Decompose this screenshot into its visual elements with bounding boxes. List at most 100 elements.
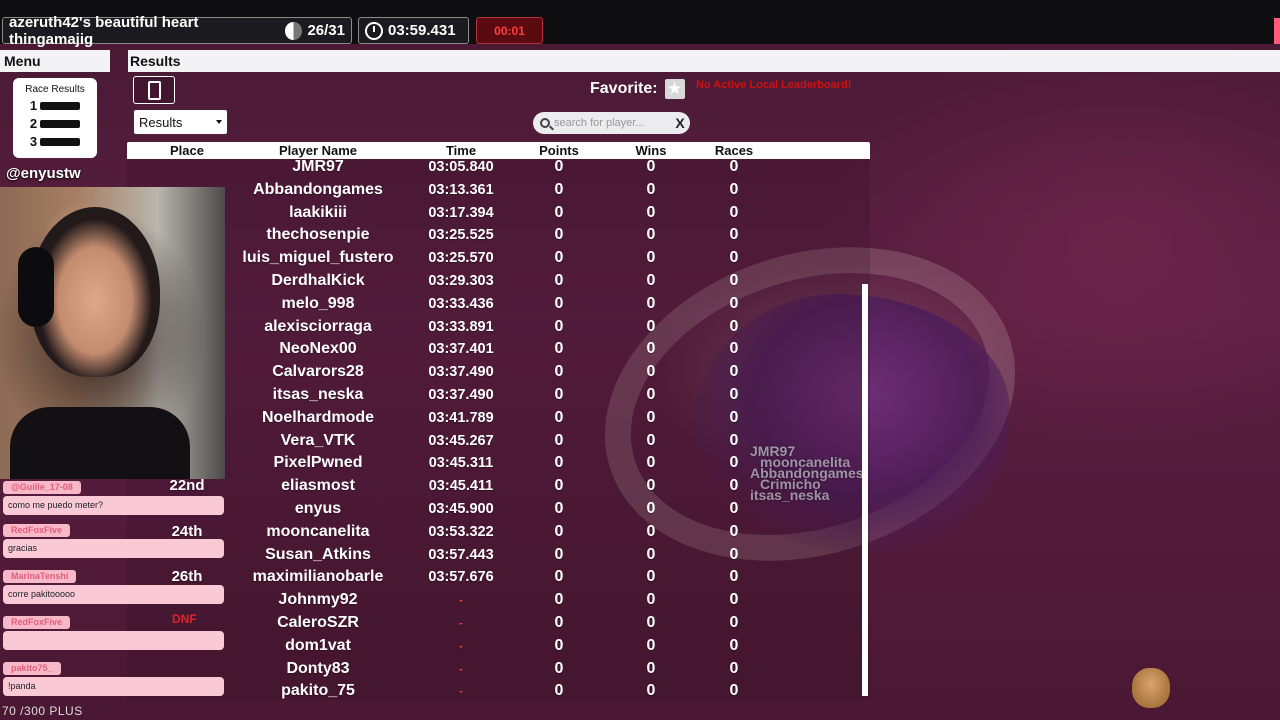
timer-pill: 03:59.431 (358, 17, 469, 44)
row-points: 0 (554, 180, 564, 198)
row-wins: 0 (646, 386, 656, 403)
row-races: 0 (729, 454, 739, 472)
table-row[interactable]: NeoNex00 03:37.401 0 0 0 (127, 337, 870, 360)
column-races[interactable]: Races (715, 143, 753, 158)
row-time: - (459, 684, 463, 699)
row-races: 0 (729, 203, 739, 221)
row-player-name: alexisciorraga (264, 317, 372, 335)
row-races: 0 (729, 272, 739, 289)
row-time: 03:37.401 (428, 341, 494, 358)
row-time: 03:17.394 (428, 204, 494, 221)
row-races: 0 (729, 636, 739, 654)
row-races: 0 (729, 682, 739, 700)
chat-username: pakito75_ (3, 662, 61, 675)
clear-search-button[interactable]: X (674, 115, 686, 131)
menu-header[interactable]: Menu (0, 50, 110, 72)
row-player-name: Noelhardmode (261, 408, 375, 426)
favorite-filter: Favorite: ★ (590, 79, 685, 99)
table-row[interactable]: PixelPwned 03:45.311 0 0 0 (127, 451, 870, 474)
row-wins: 0 (646, 659, 656, 677)
table-row[interactable]: luis_miguel_fustero 03:25.570 0 0 0 (127, 246, 870, 269)
star-icon[interactable]: ★ (664, 79, 685, 99)
row-player-name: Vera_VTK (280, 431, 356, 449)
table-row[interactable]: Vera_VTK 03:45.267 0 0 0 (127, 429, 870, 452)
race-results-button[interactable]: Race Results 1 2 3 (13, 78, 97, 158)
results-select[interactable]: Results (134, 110, 227, 134)
table-scrollbar[interactable] (862, 284, 868, 696)
results-table-body[interactable]: JMR97 03:05.840 0 0 0 Abbandongames 03:13.361 0… (127, 159, 870, 700)
table-row[interactable]: CaleroSZR - 0 0 0 (127, 611, 870, 634)
table-row[interactable]: Susan_Atkins 03:57.443 0 0 0 (127, 543, 870, 566)
table-row[interactable]: enyus 03:45.900 0 0 0 (127, 497, 870, 520)
chat-text: !panda (3, 677, 224, 696)
row-points: 0 (554, 272, 564, 289)
row-time: 03:41.789 (428, 409, 494, 426)
row-player-name: luis_miguel_fustero (242, 249, 394, 267)
table-row[interactable]: melo_998 03:33.436 0 0 0 (127, 292, 870, 315)
table-row[interactable]: alexisciorraga 03:33.891 0 0 0 (127, 315, 870, 338)
column-wins[interactable]: Wins (636, 143, 667, 158)
row-wins: 0 (646, 226, 656, 244)
podium-second: 2 (13, 116, 97, 131)
results-select-value: Results (139, 114, 183, 130)
row-races: 0 (729, 249, 739, 267)
race-results-label: Race Results (25, 84, 85, 95)
table-row[interactable]: Abbandongames 03:13.361 0 0 0 (127, 178, 870, 201)
row-time: - (459, 616, 463, 630)
column-points[interactable]: Points (539, 143, 579, 158)
table-row[interactable]: Noelhardmode 03:41.789 0 0 0 (127, 406, 870, 429)
race-title: azeruth42's beautiful heart thingamajig (9, 13, 199, 48)
row-points: 0 (554, 317, 564, 335)
table-row[interactable]: 26th maximilianobarle 03:57.676 0 0 0 (127, 565, 870, 588)
row-races: 0 (729, 591, 739, 609)
status-text: 00:01 (494, 23, 525, 38)
device-toggle-button[interactable] (133, 76, 175, 104)
row-time: 03:45.267 (428, 432, 494, 449)
row-wins: 0 (646, 568, 656, 586)
column-place[interactable]: Place (170, 143, 204, 158)
column-time[interactable]: Time (446, 143, 476, 158)
table-row[interactable]: laakikiii 03:17.394 0 0 0 (127, 201, 870, 224)
table-row[interactable]: Donty83 - 0 0 0 (127, 657, 870, 680)
row-wins: 0 (646, 159, 656, 175)
table-row[interactable]: Calvarors28 03:37.490 0 0 0 (127, 360, 870, 383)
row-time: 03:45.900 (428, 501, 494, 517)
row-time: 03:45.411 (428, 478, 494, 495)
favorite-label: Favorite: (590, 80, 658, 97)
table-row[interactable]: thechosenpie 03:25.525 0 0 0 (127, 223, 870, 246)
row-player-name: NeoNex00 (279, 340, 357, 358)
row-points: 0 (554, 340, 564, 358)
row-points: 0 (554, 568, 564, 586)
search-icon (540, 118, 550, 128)
row-points: 0 (554, 522, 564, 540)
row-player-name: PixelPwned (273, 454, 363, 472)
webcam-feed (0, 187, 225, 479)
row-races: 0 (729, 363, 739, 381)
table-row[interactable]: dom1vat - 0 0 0 (127, 634, 870, 657)
table-row[interactable]: JMR97 03:05.840 0 0 0 (127, 159, 870, 178)
chat-message: RedFoxFive gracias (3, 524, 224, 558)
bottom-status: 70 /300 PLUS (2, 704, 83, 718)
row-wins: 0 (646, 294, 656, 312)
table-row[interactable]: 24th mooncanelita 03:53.322 0 0 0 (127, 520, 870, 543)
row-time: 03:33.436 (428, 295, 494, 312)
table-row[interactable]: Johnmy92 - 0 0 0 (127, 588, 870, 611)
row-points: 0 (554, 431, 564, 449)
row-player-name: mooncanelita (266, 522, 370, 540)
row-player-name: laakikiii (289, 203, 347, 221)
row-races: 0 (729, 386, 739, 403)
chat-text (3, 631, 224, 650)
table-row[interactable]: pakito_75 - 0 0 0 (127, 679, 870, 700)
row-wins: 0 (646, 636, 656, 654)
row-races: 0 (729, 431, 739, 449)
row-wins: 0 (646, 363, 656, 381)
table-row[interactable]: itsas_neska 03:37.490 0 0 0 (127, 383, 870, 406)
search-input[interactable]: search for player... X (533, 112, 690, 134)
chat-text: como me puedo meter? (3, 496, 224, 515)
row-player-name: Donty83 (286, 659, 350, 677)
row-races: 0 (729, 614, 739, 631)
table-row[interactable]: 22nd eliasmost 03:45.411 0 0 0 (127, 474, 870, 497)
column-player-name[interactable]: Player Name (279, 143, 357, 158)
table-row[interactable]: DerdhalKick 03:29.303 0 0 0 (127, 269, 870, 292)
row-wins: 0 (646, 477, 656, 495)
